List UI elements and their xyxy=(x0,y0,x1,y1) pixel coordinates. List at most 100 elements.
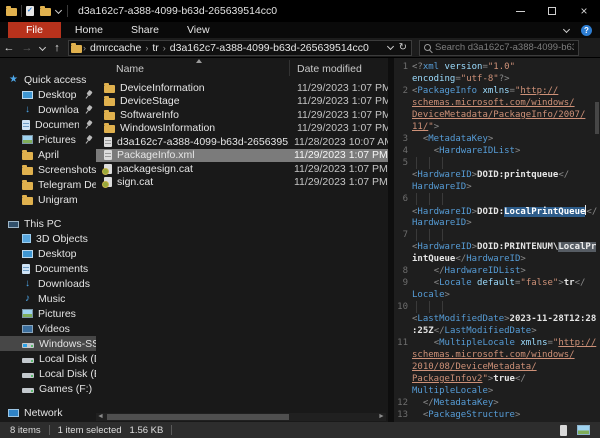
breadcrumb-segment-tr[interactable]: tr xyxy=(149,42,161,54)
sidebar-item-downloads[interactable]: Downloads xyxy=(0,102,96,117)
sidebar-item-local-disk-d[interactable]: Local Disk (D:) xyxy=(0,351,96,366)
tab-view[interactable]: View xyxy=(173,22,224,38)
tab-home[interactable]: Home xyxy=(61,22,117,38)
code-token: http:// xyxy=(558,338,596,348)
sidebar-item-unigram[interactable]: Unigram xyxy=(0,192,96,207)
folder-icon xyxy=(22,152,33,160)
help-icon[interactable] xyxy=(581,25,592,36)
file-name: DeviceInformation xyxy=(120,82,292,94)
divider xyxy=(49,425,50,435)
code-token: schemas.microsoft.com/windows/ xyxy=(412,98,575,108)
line-number: 2 xyxy=(394,85,412,97)
back-button[interactable]: ← xyxy=(0,42,18,54)
pin-icon xyxy=(82,133,94,146)
sidebar-item-pictures[interactable]: Pictures xyxy=(0,306,96,321)
file-date: 11/29/2023 1:07 PM xyxy=(297,122,391,134)
table-row[interactable]: packagesign.cat11/29/2023 1:07 PM xyxy=(96,162,388,176)
code-line: schemas.microsoft.com/windows/ xyxy=(394,349,600,361)
sidebar-item-desktop[interactable]: Desktop xyxy=(0,246,96,261)
breadcrumb-segment-d3a162c7-a388-4099-b63d-265639514cc0[interactable]: d3a162c7-a388-4099-b63d-265639514cc0 xyxy=(167,42,372,54)
expand-ribbon-chevron-icon[interactable] xyxy=(563,25,570,32)
code-token: MetadataKey xyxy=(428,134,488,144)
sidebar-item-desktop[interactable]: Desktop xyxy=(0,87,96,102)
recent-locations-chevron-icon[interactable] xyxy=(36,43,48,52)
sidebar-item-videos[interactable]: Videos xyxy=(0,321,96,336)
sidebar-item-pictures[interactable]: Pictures xyxy=(0,132,96,147)
drive-icon xyxy=(22,388,34,393)
sidebar-item-telegram-desktop[interactable]: Telegram Desktop xyxy=(0,177,96,192)
sidebar-item-music[interactable]: Music xyxy=(0,291,96,306)
sidebar-item-screenshots[interactable]: Screenshots xyxy=(0,162,96,177)
line-number xyxy=(394,325,412,337)
sidebar-item-windows-ssd-c[interactable]: Windows-SSD (C:) xyxy=(0,336,96,351)
tab-share[interactable]: Share xyxy=(117,22,173,38)
close-button[interactable]: × xyxy=(568,0,600,22)
code-token: Locale xyxy=(412,290,445,300)
refresh-icon[interactable]: ↻ xyxy=(399,42,407,53)
code-text: <MetadataKey> xyxy=(412,133,493,145)
file-icon xyxy=(104,150,112,160)
code-token: HardwareID xyxy=(412,182,466,192)
sidebar-item-downloads[interactable]: Downloads xyxy=(0,276,96,291)
sidebar-section-network[interactable]: Network xyxy=(0,405,96,420)
code-line: 4 <HardwareIDList> xyxy=(394,145,600,157)
search-box[interactable] xyxy=(419,40,579,56)
tab-file[interactable]: File xyxy=(8,22,61,38)
up-button[interactable]: ↑ xyxy=(48,42,66,54)
main-content: Quick accessDesktopDownloadsDocumentsPic… xyxy=(0,58,600,422)
horizontal-scrollbar[interactable]: ◄ ► xyxy=(96,413,386,421)
xml-code-editor[interactable]: 1<?xml version="1.0"encoding="utf-8"?>2<… xyxy=(394,58,600,422)
scroll-left-icon[interactable]: ◄ xyxy=(96,413,105,421)
pin-icon xyxy=(82,103,94,116)
code-text: <HardwareID>DOID:LocalPrintQueue</ xyxy=(412,205,597,217)
table-row[interactable]: sign.cat11/29/2023 1:07 PM xyxy=(96,176,388,190)
sidebar-item-local-disk-e[interactable]: Local Disk (E:) xyxy=(0,366,96,381)
breadcrumb-segment-dmrccache[interactable]: dmrccache xyxy=(87,42,144,54)
code-token: </ xyxy=(434,266,445,276)
code-line: Locale> xyxy=(394,289,600,301)
code-line: intQueue</HardwareID> xyxy=(394,253,600,265)
sidebar-section-label: Quick access xyxy=(24,74,86,86)
table-row[interactable]: SoftwareInfo11/29/2023 1:07 PM xyxy=(96,108,388,122)
scrollbar-thumb[interactable] xyxy=(107,414,289,420)
column-header-name[interactable]: Name xyxy=(116,63,144,75)
sidebar-item-documents[interactable]: Documents xyxy=(0,261,96,276)
sidebar-item-april[interactable]: April xyxy=(0,147,96,162)
maximize-button[interactable] xyxy=(536,0,568,22)
code-token: </ xyxy=(455,254,466,264)
indent-guide xyxy=(412,301,446,313)
sidebar-item-documents[interactable]: Documents xyxy=(0,117,96,132)
cat-icon xyxy=(104,177,112,187)
chevron-down-icon xyxy=(38,44,45,51)
table-row[interactable]: DeviceStage11/29/2023 1:07 PM xyxy=(96,95,388,109)
code-text: intQueue</HardwareID> xyxy=(412,253,526,265)
sidebar-section-quick-access[interactable]: Quick access xyxy=(0,72,96,87)
editor-scrollbar-thumb[interactable] xyxy=(595,102,599,134)
scroll-right-icon[interactable]: ► xyxy=(377,413,386,421)
address-bar[interactable]: › dmrccache›tr›d3a162c7-a388-4099-b63d-2… xyxy=(68,40,412,56)
sidebar-section-this-pc[interactable]: This PC xyxy=(0,216,96,231)
table-row[interactable]: WindowsInformation11/29/2023 1:07 PM xyxy=(96,122,388,136)
address-dropdown-chevron-icon[interactable] xyxy=(387,43,394,50)
table-row[interactable]: DeviceInformation11/29/2023 1:07 PM xyxy=(96,81,388,95)
search-input[interactable] xyxy=(435,42,574,53)
sidebar-item-games-f[interactable]: Games (F:) xyxy=(0,381,96,396)
code-line: 11 <MultipleLocale xmlns="http:// xyxy=(394,337,600,349)
column-divider[interactable] xyxy=(289,60,290,76)
table-row[interactable]: d3a162c7-a388-4099-b63d-265639514cc0.dev… xyxy=(96,135,388,149)
code-token: xml xyxy=(423,62,445,72)
thumbnails-view-icon[interactable] xyxy=(577,425,590,435)
properties-icon[interactable] xyxy=(26,6,34,16)
qat-customize-chevron-icon[interactable] xyxy=(55,6,62,13)
code-token: </ xyxy=(558,170,569,180)
table-row[interactable]: PackageInfo.xml11/29/2023 1:07 PM xyxy=(96,149,388,163)
code-token: > xyxy=(493,398,498,408)
details-view-icon[interactable] xyxy=(560,425,567,436)
sidebar-item-3d-objects[interactable]: 3D Objects xyxy=(0,231,96,246)
minimize-button[interactable] xyxy=(504,0,536,22)
code-token: DOID:printqueue xyxy=(477,170,558,180)
new-folder-icon[interactable] xyxy=(40,8,51,16)
file-name: DeviceStage xyxy=(120,95,292,107)
column-header-date-modified[interactable]: Date modified xyxy=(297,63,362,75)
forward-button[interactable]: → xyxy=(18,42,36,54)
